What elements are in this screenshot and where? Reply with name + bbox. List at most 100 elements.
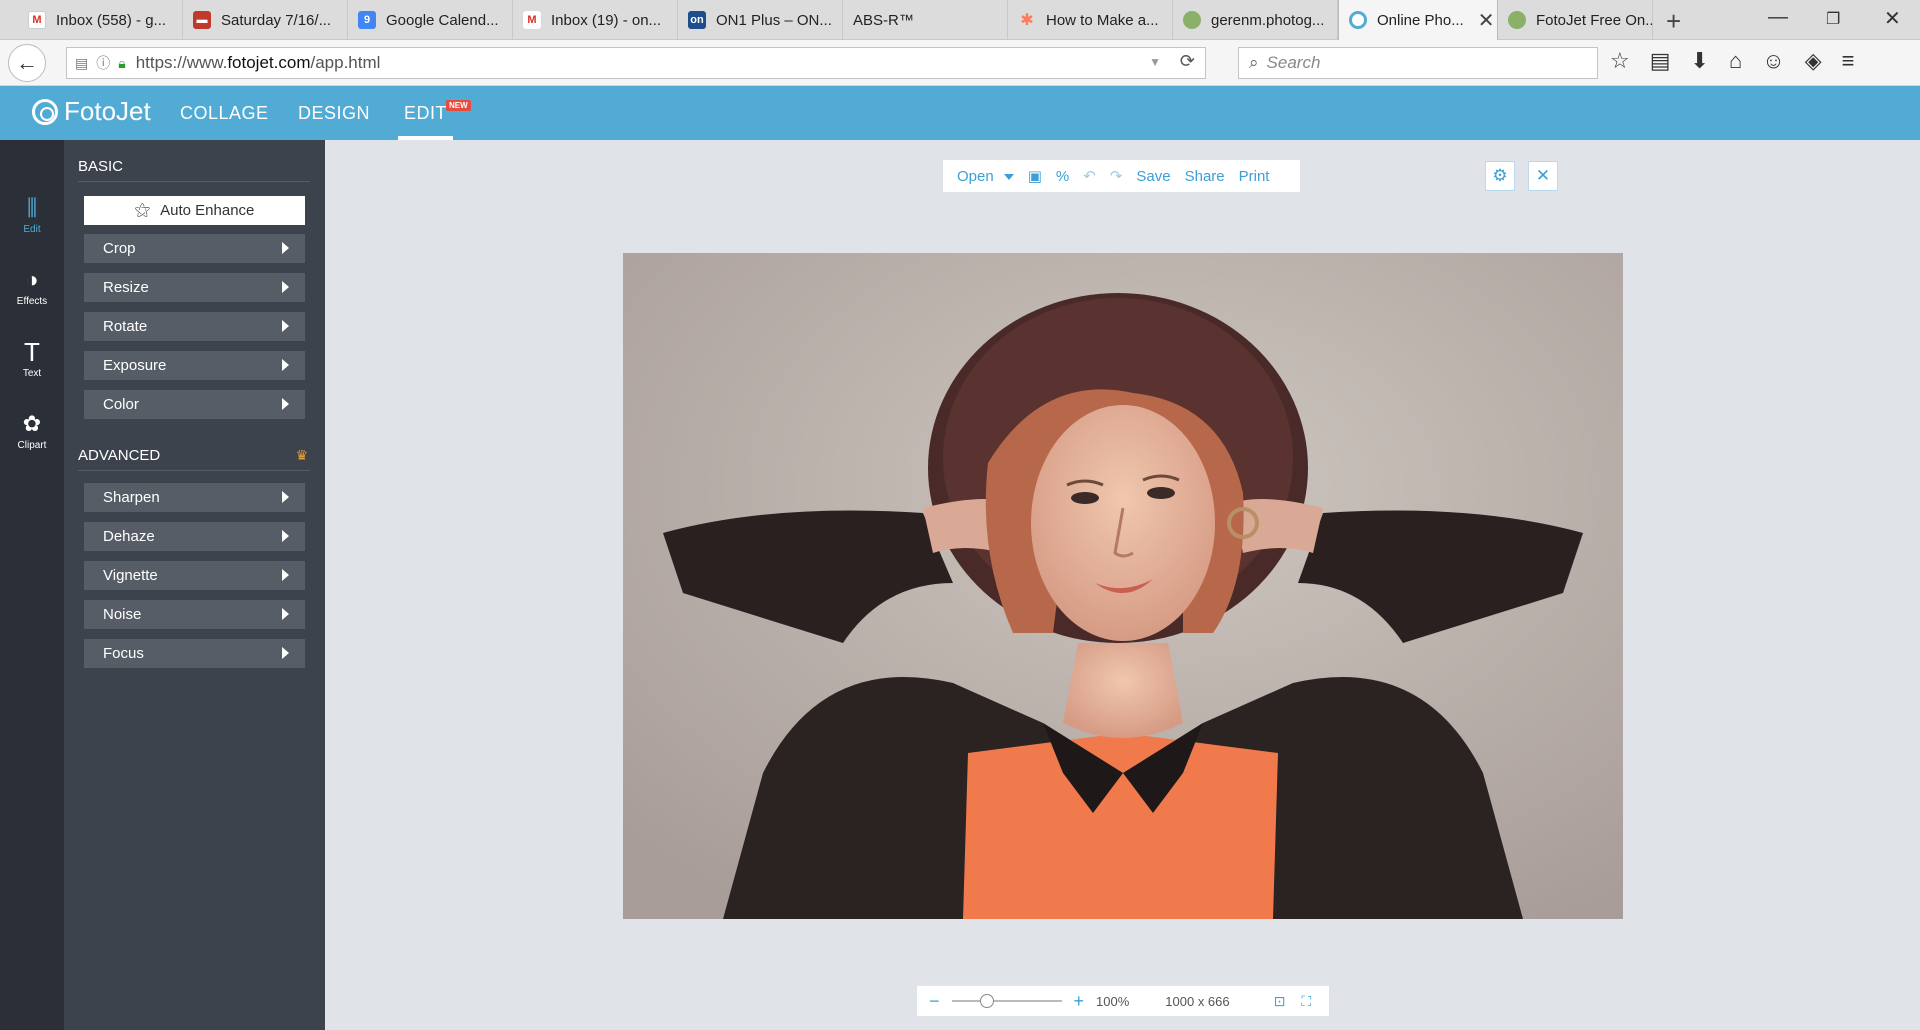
tree-icon bbox=[1183, 11, 1201, 29]
browser-tab-active[interactable]: Online Pho... ✕ bbox=[1338, 0, 1498, 40]
reading-list-icon[interactable]: ▤ bbox=[1650, 48, 1671, 74]
canvas-area: Open ▣ % ↶ ↷ Save Share Print ⚙ ✕ − + 10… bbox=[325, 140, 1920, 1030]
tab-label: Inbox (558) - g... bbox=[56, 11, 167, 29]
nav-design[interactable]: DESIGN bbox=[298, 86, 370, 140]
menu-icon[interactable]: ≡ bbox=[1842, 48, 1855, 74]
rail-text[interactable]: T Text bbox=[0, 324, 64, 394]
browser-tab[interactable]: ✱ How to Make a... bbox=[1008, 0, 1173, 40]
browser-tab[interactable]: 9 Google Calend... bbox=[348, 0, 513, 40]
undo-icon[interactable]: ↶ bbox=[1083, 167, 1096, 185]
open-menu[interactable]: Open bbox=[957, 168, 1014, 185]
save-button[interactable]: Save bbox=[1136, 168, 1170, 185]
logo-icon bbox=[32, 98, 58, 125]
left-icon-rail: ⫼ Edit ◑ Effects T Text ✿ Clipart bbox=[0, 140, 64, 1030]
browser-tab-bar: M Inbox (558) - g... ▬ Saturday 7/16/...… bbox=[0, 0, 1920, 40]
gmail-icon: M bbox=[523, 11, 541, 29]
zoom-percent: 100% bbox=[1096, 993, 1130, 1009]
tool-focus[interactable]: Focus bbox=[84, 639, 305, 668]
chevron-right-icon bbox=[282, 530, 289, 542]
fotojet-logo[interactable]: FotoJet bbox=[32, 96, 151, 127]
auto-enhance-label: Auto Enhance bbox=[160, 202, 255, 219]
download-icon[interactable]: ⬇ bbox=[1691, 48, 1709, 74]
chevron-right-icon bbox=[282, 281, 289, 293]
tool-vignette[interactable]: Vignette bbox=[84, 561, 305, 590]
new-tab-icon[interactable]: + bbox=[1666, 6, 1681, 37]
browser-tab[interactable]: FotoJet Free On... bbox=[1498, 0, 1653, 40]
nav-edit[interactable]: EDIT bbox=[397, 86, 454, 140]
close-tab-icon[interactable]: ✕ bbox=[1478, 8, 1495, 33]
url-text[interactable]: https://www.fotojet.com/app.html bbox=[136, 53, 381, 73]
tool-sharpen[interactable]: Sharpen bbox=[84, 483, 305, 512]
auto-enhance-button[interactable]: ⚝ Auto Enhance bbox=[84, 196, 305, 225]
image-icon[interactable]: ▣ bbox=[1028, 167, 1042, 185]
chevron-right-icon bbox=[282, 608, 289, 620]
print-button[interactable]: Print bbox=[1239, 168, 1270, 185]
search-input[interactable]: ⌕ Search bbox=[1238, 47, 1598, 79]
browser-tab[interactable]: gerenm.photog... bbox=[1173, 0, 1338, 40]
minimize-icon[interactable]: — bbox=[1768, 6, 1788, 29]
crown-icon: ♛ bbox=[295, 447, 308, 463]
address-bar[interactable]: ▤ ⓘ 🔒︎ https://www.fotojet.com/app.html … bbox=[66, 47, 1206, 79]
browser-tab[interactable]: ▬ Saturday 7/16/... bbox=[183, 0, 348, 40]
edit-tools-panel: BASIC ⚝ Auto Enhance Crop Resize Rotate … bbox=[64, 140, 325, 1030]
restore-icon[interactable]: ❐ bbox=[1826, 9, 1840, 29]
tool-rotate[interactable]: Rotate bbox=[84, 312, 305, 341]
image-dimensions: 1000 x 666 bbox=[1165, 993, 1230, 1009]
tab-label: Google Calend... bbox=[386, 11, 499, 29]
new-badge: NEW bbox=[446, 100, 471, 111]
browser-tab[interactable]: M Inbox (558) - g... bbox=[18, 0, 183, 40]
browser-tab[interactable]: ABS-R™ bbox=[843, 0, 1008, 40]
settings-gear-icon[interactable]: ⚙ bbox=[1485, 161, 1515, 191]
google-calendar-icon: 9 bbox=[358, 11, 376, 29]
portrait-photo bbox=[623, 253, 1623, 919]
section-advanced-title: ADVANCED ♛ bbox=[78, 447, 310, 471]
rail-clipart[interactable]: ✿ Clipart bbox=[0, 396, 64, 466]
home-icon[interactable]: ⌂ bbox=[1729, 48, 1742, 74]
chat-icon[interactable]: ☺ bbox=[1762, 48, 1784, 74]
tool-dehaze[interactable]: Dehaze bbox=[84, 522, 305, 551]
reload-icon[interactable]: ⟳ bbox=[1180, 51, 1195, 72]
calendar-page-icon: ▬ bbox=[193, 11, 211, 29]
tool-resize[interactable]: Resize bbox=[84, 273, 305, 302]
window-close-icon[interactable]: ✕ bbox=[1884, 6, 1901, 31]
share-button[interactable]: Share bbox=[1185, 168, 1225, 185]
zoom-slider[interactable] bbox=[951, 994, 1062, 1008]
zoom-in-icon[interactable]: + bbox=[1074, 991, 1085, 1012]
tab-label: FotoJet Free On... bbox=[1536, 11, 1653, 29]
rail-edit[interactable]: ⫼ Edit bbox=[0, 180, 64, 250]
search-placeholder: Search bbox=[1266, 53, 1321, 72]
zoom-out-icon[interactable]: − bbox=[929, 991, 940, 1012]
tool-color[interactable]: Color bbox=[84, 390, 305, 419]
browser-tab[interactable]: M Inbox (19) - on... bbox=[513, 0, 678, 40]
rail-effects[interactable]: ◑ Effects bbox=[0, 252, 64, 322]
fullscreen-icon[interactable]: ⛶ bbox=[1301, 993, 1311, 1010]
tab-label: Saturday 7/16/... bbox=[221, 11, 332, 29]
compare-icon[interactable]: % bbox=[1056, 168, 1069, 185]
tab-label: Online Pho... bbox=[1377, 11, 1464, 29]
gmail-icon: M bbox=[28, 11, 46, 29]
on1-icon: on bbox=[688, 11, 706, 29]
tool-exposure[interactable]: Exposure bbox=[84, 351, 305, 380]
tab-label: ABS-R™ bbox=[853, 11, 914, 29]
search-icon: ⌕ bbox=[1249, 53, 1259, 72]
section-basic-title: BASIC bbox=[78, 158, 310, 182]
photo-canvas[interactable] bbox=[623, 253, 1623, 919]
chevron-right-icon bbox=[282, 398, 289, 410]
info-icon[interactable]: ⓘ bbox=[96, 53, 110, 73]
close-icon[interactable]: ✕ bbox=[1528, 161, 1558, 191]
actual-size-icon[interactable]: ⊡ bbox=[1274, 993, 1286, 1010]
zoom-slider-handle[interactable] bbox=[979, 994, 994, 1008]
tab-label: How to Make a... bbox=[1046, 11, 1159, 29]
dropdown-icon[interactable]: ▼ bbox=[1149, 55, 1161, 69]
tool-crop[interactable]: Crop bbox=[84, 234, 305, 263]
nav-collage[interactable]: COLLAGE bbox=[180, 86, 269, 140]
back-arrow-icon[interactable]: ← bbox=[8, 44, 46, 82]
chevron-right-icon bbox=[282, 359, 289, 371]
bookmark-star-icon[interactable]: ☆ bbox=[1610, 48, 1630, 74]
browser-tab[interactable]: on ON1 Plus – ON... bbox=[678, 0, 843, 40]
pocket-icon[interactable]: ◈ bbox=[1805, 48, 1822, 74]
redo-icon[interactable]: ↷ bbox=[1110, 167, 1123, 185]
tab-label: ON1 Plus – ON... bbox=[716, 11, 832, 29]
chevron-right-icon bbox=[282, 491, 289, 503]
tool-noise[interactable]: Noise bbox=[84, 600, 305, 629]
